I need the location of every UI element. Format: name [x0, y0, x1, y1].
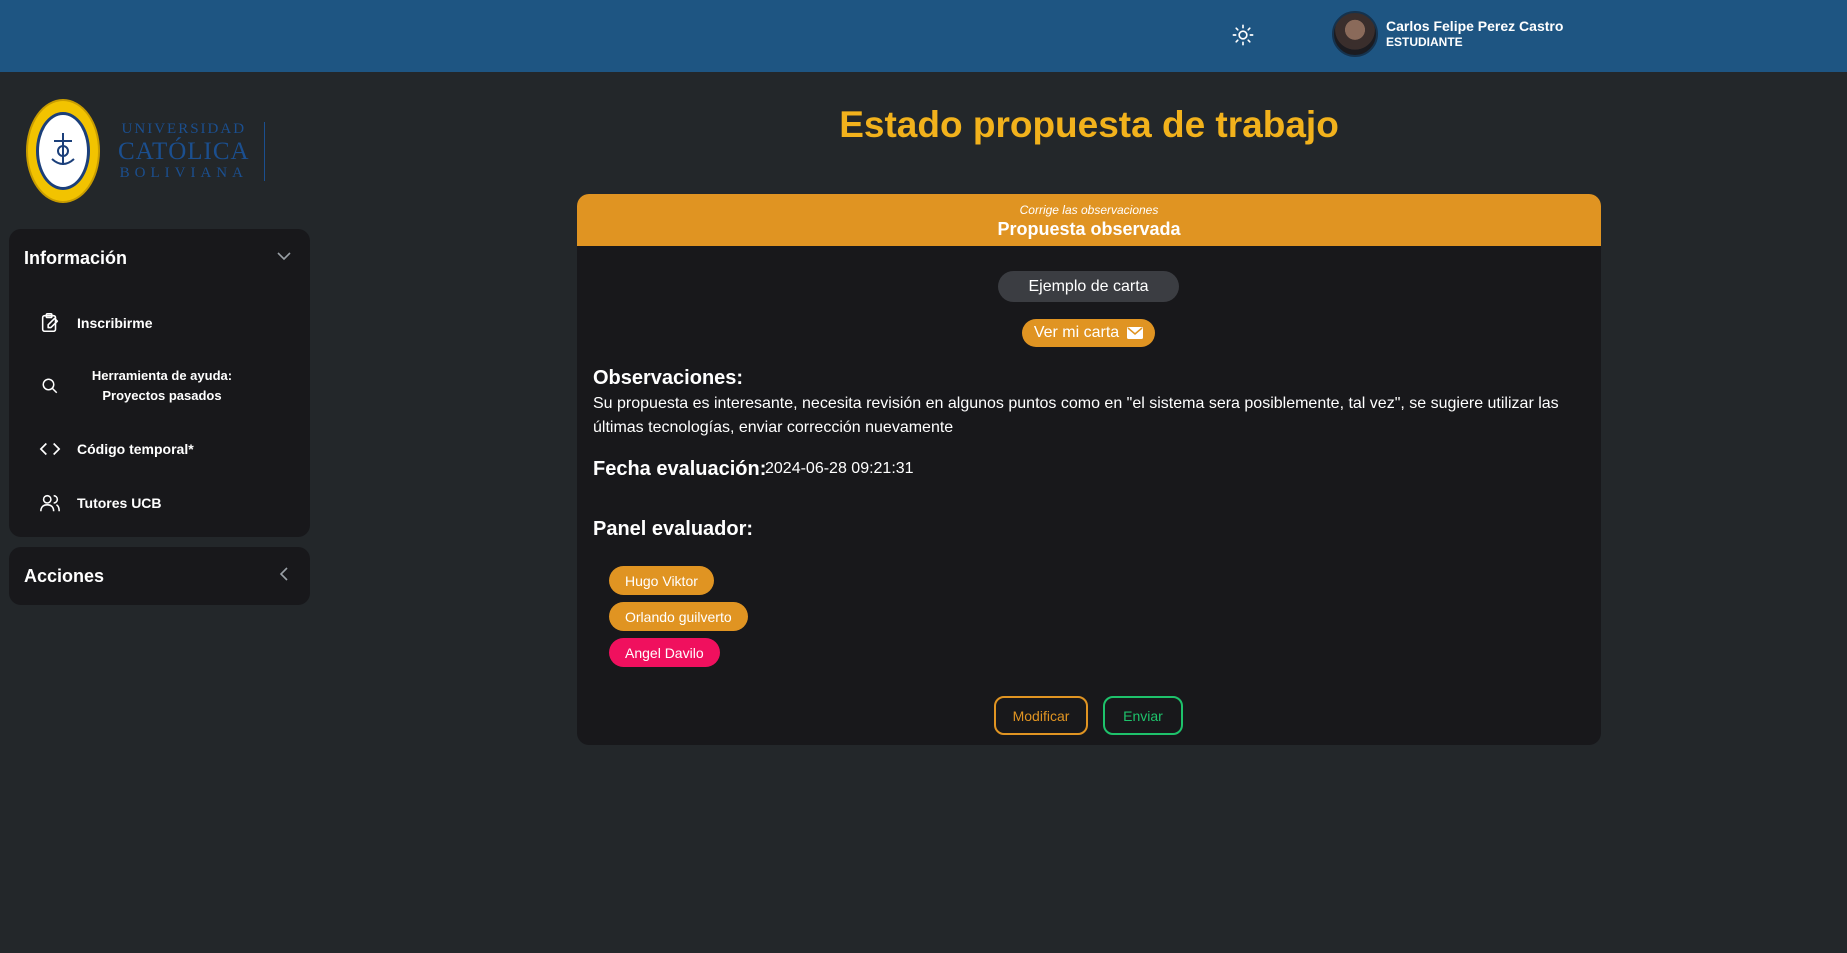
view-letter-label: Ver mi carta	[1033, 324, 1120, 341]
page-title: Estado propuesta de trabajo	[839, 104, 1339, 145]
logo-line-1: UNIVERSIDAD	[121, 120, 247, 137]
sun-icon[interactable]	[1230, 22, 1256, 48]
send-button[interactable]: Enviar	[1103, 696, 1183, 735]
evaluator-panel-label: Panel evaluador:	[593, 518, 754, 540]
search-icon	[38, 374, 62, 398]
university-logo[interactable]: UNIVERSIDAD CATÓLICA BOLIVIANA	[26, 98, 276, 204]
sidebar-item-codigo[interactable]: Código temporal*	[38, 437, 288, 461]
clipboard-edit-icon	[38, 311, 62, 335]
top-bar: Carlos Felipe Perez Castro ESTUDIANTE	[0, 0, 1847, 72]
sidebar-item-label: Código temporal*	[77, 441, 194, 457]
sidebar-item-herramienta[interactable]: Herramienta de ayuda: Proyectos pasados	[38, 366, 288, 405]
status-badge: Propuesta observada	[997, 219, 1181, 239]
observations-label: Observaciones:	[593, 367, 744, 389]
proposal-status-card: Corrige las observaciones Propuesta obse…	[577, 194, 1601, 745]
sidebar-item-label: Tutores UCB	[77, 495, 162, 511]
evaluation-date-value: 2024-06-28 09:21:31	[765, 460, 914, 477]
code-icon	[38, 437, 62, 461]
user-role: ESTUDIANTE	[1386, 35, 1463, 50]
university-seal-icon	[26, 99, 100, 203]
avatar[interactable]	[1332, 11, 1378, 57]
logo-line-2: CATÓLICA	[118, 137, 250, 165]
observations-text: Su propuesta es interesante, necesita re…	[593, 395, 1559, 436]
card-subtitle: Corrige las observaciones	[1019, 203, 1159, 217]
modify-button[interactable]: Modificar	[994, 696, 1088, 735]
user-name: Carlos Felipe Perez Castro	[1386, 17, 1564, 34]
user-menu[interactable]: Carlos Felipe Perez Castro ESTUDIANTE	[1332, 11, 1563, 57]
example-letter-button[interactable]: Ejemplo de carta	[998, 271, 1179, 302]
example-letter-label: Ejemplo de carta	[1028, 277, 1149, 295]
envelope-icon	[1127, 327, 1144, 339]
users-icon	[38, 491, 62, 515]
info-accordion-header[interactable]: Información	[9, 229, 310, 287]
logo-line-3: BOLIVIANA	[119, 164, 248, 181]
sidebar-item-label: Herramienta de ayuda: Proyectos pasados	[91, 368, 233, 403]
actions-accordion-header[interactable]: Acciones	[9, 547, 310, 605]
chevron-left-icon	[276, 566, 292, 587]
evaluator-chip: Hugo Viktor	[609, 566, 714, 595]
logo-wordmark: UNIVERSIDAD CATÓLICA BOLIVIANA	[118, 120, 265, 181]
sidebar-item-label: Inscribirme	[77, 315, 153, 331]
card-header: Corrige las observaciones Propuesta obse…	[577, 194, 1601, 246]
evaluation-date-label: Fecha evaluación:	[593, 458, 767, 480]
info-title: Información	[24, 247, 128, 268]
evaluator-chip: Orlando guilverto	[609, 602, 748, 631]
view-letter-button[interactable]: Ver mi carta	[1022, 319, 1155, 347]
sidebar-item-tutores[interactable]: Tutores UCB	[38, 491, 288, 515]
actions-title: Acciones	[24, 565, 105, 586]
chevron-down-icon	[276, 248, 292, 269]
evaluator-chip: Angel Davilo	[609, 638, 720, 667]
sidebar-item-inscribirme[interactable]: Inscribirme	[38, 311, 288, 335]
sidebar-actions-panel: Acciones	[9, 547, 310, 605]
